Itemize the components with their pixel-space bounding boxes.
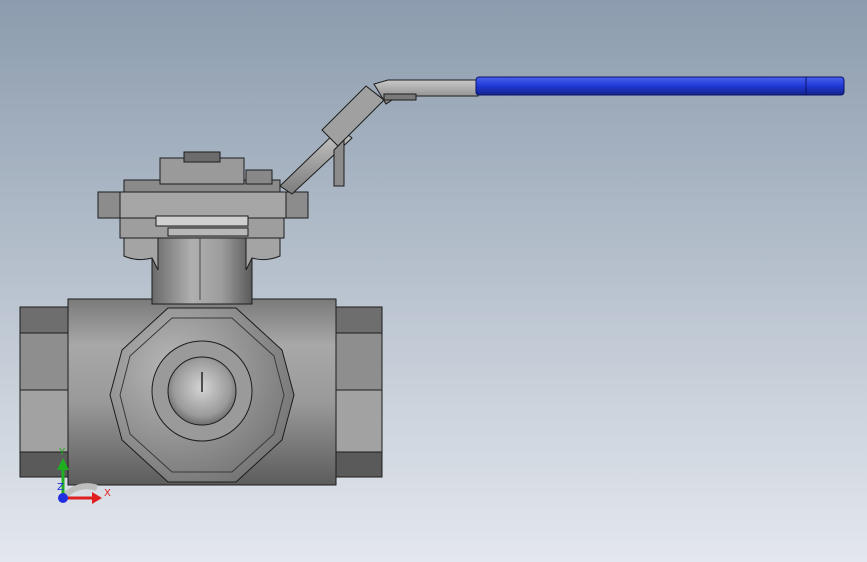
viewport-canvas[interactable]: Y X Z xyxy=(0,0,867,562)
right-end-fitting xyxy=(333,306,383,478)
y-axis-label: Y xyxy=(58,447,66,458)
z-axis-label: Z xyxy=(57,482,64,493)
lever-grip[interactable] xyxy=(475,76,845,96)
cad-viewport[interactable]: Y X Z xyxy=(0,0,867,562)
x-axis-label: X xyxy=(104,488,111,499)
z-axis-dot xyxy=(58,493,68,503)
mounting-pad xyxy=(97,179,309,239)
